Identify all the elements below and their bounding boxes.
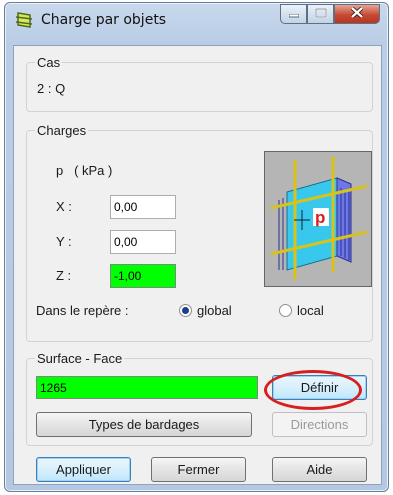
unit-label: p ( kPa )	[56, 163, 113, 178]
apply-button[interactable]: Appliquer	[36, 457, 131, 482]
y-input[interactable]	[110, 230, 176, 254]
close-dialog-button[interactable]: Fermer	[151, 457, 246, 482]
maximize-button[interactable]	[307, 4, 334, 24]
annotation-oval	[264, 370, 362, 410]
directions-button: Directions	[272, 412, 367, 437]
close-button[interactable]	[334, 4, 380, 24]
preview-letter-p: p	[315, 208, 325, 227]
y-label: Y :	[56, 234, 72, 249]
help-button[interactable]: Aide	[272, 457, 367, 482]
app-icon	[15, 11, 33, 29]
window-title: Charge par objets	[41, 12, 167, 28]
radio-global-label[interactable]: global	[197, 303, 232, 318]
dialog-body: Cas 2 : Q Charges p ( kPa ) X : Y : Z :	[13, 45, 382, 485]
z-label: Z :	[56, 268, 72, 283]
title-bar[interactable]: Charge par objets	[5, 3, 388, 37]
radio-local[interactable]	[279, 304, 292, 317]
minimize-button[interactable]	[280, 4, 307, 24]
repere-label: Dans le repère :	[36, 303, 129, 318]
minimize-icon	[288, 7, 299, 21]
types-bardages-button[interactable]: Types de bardages	[36, 412, 252, 437]
radio-local-label[interactable]: local	[297, 303, 324, 318]
charges-group-title: Charges	[35, 123, 89, 138]
load-on-panel-diagram-icon: p	[264, 151, 372, 287]
close-icon	[350, 6, 364, 21]
surface-input[interactable]	[36, 376, 258, 399]
surface-group-title: Surface - Face	[35, 351, 125, 366]
x-label: X :	[56, 199, 72, 214]
x-input[interactable]	[110, 195, 176, 219]
cas-group-title: Cas	[35, 55, 63, 70]
cas-group: Cas 2 : Q	[26, 55, 373, 112]
cas-value: 2 : Q	[37, 81, 66, 96]
maximize-icon	[314, 7, 327, 21]
z-input[interactable]	[110, 264, 176, 288]
radio-global[interactable]	[179, 304, 192, 317]
dialog-window: Charge par objets Cas 2 : Q Charges p (…	[4, 2, 389, 492]
